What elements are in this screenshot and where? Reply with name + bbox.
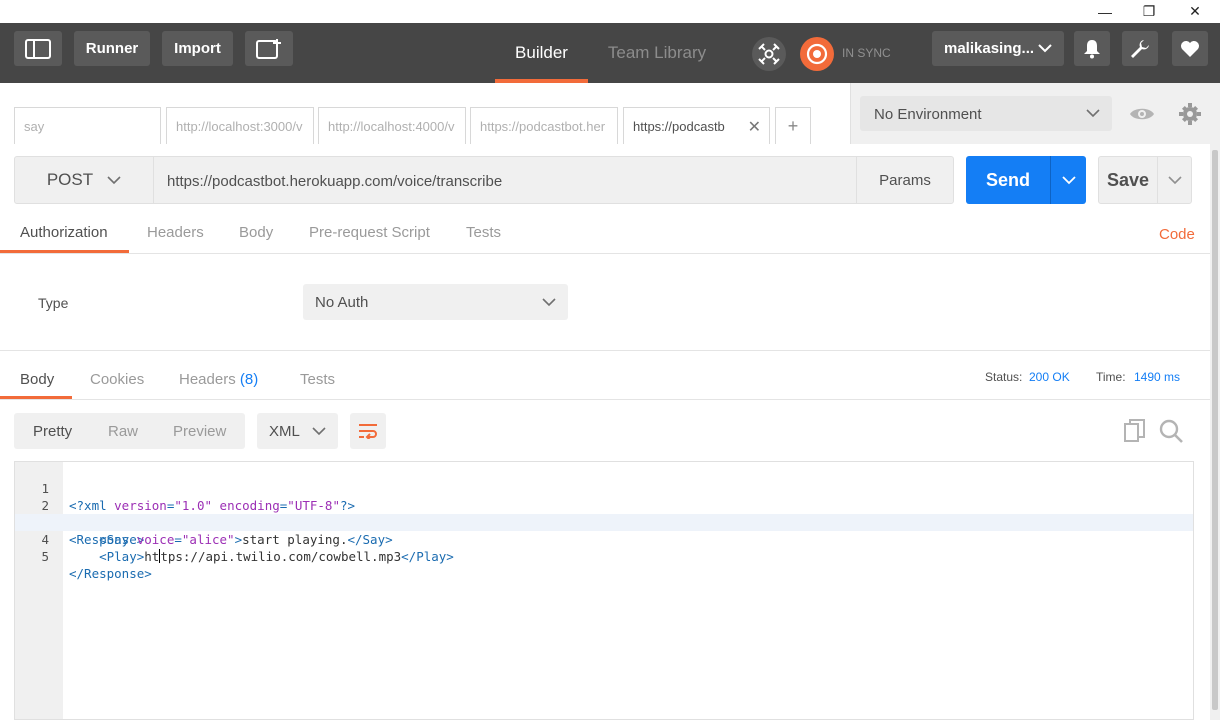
auth-type-value: No Auth [315, 294, 369, 311]
divider [0, 399, 1210, 400]
code-line: 1 <?xml version="1.0" encoding="UTF-8"?> [15, 463, 1193, 513]
chevron-down-icon [107, 175, 121, 184]
sync-icon [806, 43, 828, 65]
request-tab[interactable]: http://localhost:4000/v [318, 107, 466, 144]
response-tab-body[interactable]: Body [20, 371, 54, 388]
view-mode-group: Pretty Raw Preview [14, 413, 245, 449]
gear-icon [1178, 102, 1201, 125]
tab-tests[interactable]: Tests [466, 224, 501, 241]
scrollbar-thumb[interactable] [1212, 150, 1218, 710]
user-menu-button[interactable]: malikasing... [932, 31, 1064, 66]
url-input[interactable]: https://podcastbot.herokuapp.com/voice/t… [153, 156, 857, 204]
headers-count: (8) [239, 371, 259, 388]
status-value: 200 OK [1029, 370, 1070, 384]
tab-headers[interactable]: Headers [147, 224, 204, 241]
request-tab-active[interactable]: https://podcastb ✕ [623, 107, 770, 144]
satellite-icon [758, 43, 780, 65]
add-tab-button[interactable]: + [775, 107, 811, 144]
plus-icon: + [787, 115, 799, 136]
settings-button[interactable] [1122, 31, 1158, 66]
manage-environments-button[interactable] [1172, 96, 1207, 131]
code-line-active: 4 <Play>https://api.twilio.com/cowbell.m… [15, 514, 1193, 564]
code-line: 3 <Say voice="alice">start playing.</Say… [15, 497, 1193, 547]
request-tab[interactable]: http://localhost:3000/v [166, 107, 314, 144]
copy-icon [1124, 419, 1145, 442]
response-tab-cookies[interactable]: Cookies [90, 371, 144, 388]
close-window-button[interactable]: ✕ [1172, 0, 1218, 23]
heart-icon [1181, 40, 1199, 57]
app-header: Runner Import Builder Team Library IN SY… [0, 23, 1220, 83]
send-options-button[interactable] [1050, 156, 1086, 204]
favorites-button[interactable] [1172, 31, 1208, 66]
auth-type-select[interactable]: No Auth [303, 284, 568, 320]
wrap-lines-button[interactable] [350, 413, 386, 449]
window-titlebar: — ❐ ✕ [0, 0, 1220, 23]
import-button[interactable]: Import [162, 31, 233, 66]
wrap-lines-icon [359, 424, 377, 439]
sync-status: IN SYNC [842, 46, 891, 60]
divider [0, 253, 1210, 254]
status-label: Status: [985, 370, 1023, 384]
method-select[interactable]: POST [14, 156, 154, 204]
chevron-down-icon [1167, 175, 1182, 184]
new-window-icon [256, 38, 281, 59]
environment-value: No Environment [874, 106, 982, 123]
chevron-down-icon [1086, 109, 1100, 118]
sidebar-icon [25, 38, 51, 59]
request-tabs-bar: say http://localhost:3000/v http://local… [0, 83, 850, 144]
tab-authorization[interactable]: Authorization [20, 224, 108, 241]
interceptor-button[interactable] [752, 37, 786, 71]
tab-pre-request-script[interactable]: Pre-request Script [309, 224, 430, 241]
format-value: XML [269, 423, 300, 440]
restore-button[interactable]: ❐ [1126, 0, 1172, 23]
chevron-down-icon [1061, 175, 1076, 184]
search-response-button[interactable] [1159, 419, 1183, 446]
request-tab-label: https://podcastb [633, 119, 725, 134]
eye-icon [1129, 108, 1154, 119]
divider [0, 350, 1210, 351]
username: malikasing... [944, 40, 1035, 57]
response-editor[interactable]: 1 <?xml version="1.0" encoding="UTF-8"?>… [14, 461, 1194, 720]
line-number: 5 [41, 549, 49, 564]
notifications-button[interactable] [1074, 31, 1110, 66]
response-tab-headers[interactable]: Headers (8) [179, 371, 258, 388]
chevron-down-icon [542, 298, 556, 307]
bell-icon [1084, 39, 1100, 58]
chevron-down-icon [1038, 44, 1052, 53]
response-tab-tests[interactable]: Tests [300, 371, 335, 388]
code-line: 5 </Response> [15, 531, 1193, 581]
close-tab-icon[interactable]: ✕ [748, 117, 761, 137]
tab-builder[interactable]: Builder [495, 23, 588, 83]
request-tab[interactable]: say [14, 107, 161, 144]
view-preview-button[interactable]: Preview [173, 423, 226, 440]
format-select[interactable]: XML [257, 413, 338, 449]
runner-button[interactable]: Runner [74, 31, 150, 66]
tab-body[interactable]: Body [239, 224, 273, 241]
save-button[interactable]: Save [1098, 156, 1158, 204]
method-value: POST [46, 170, 94, 189]
time-value: 1490 ms [1134, 370, 1181, 384]
generate-code-link[interactable]: Code [1159, 226, 1195, 243]
auth-type-label: Type [38, 295, 69, 311]
minimize-button[interactable]: — [1082, 0, 1128, 23]
code-line: 2 ▾ <Response> [15, 480, 1193, 547]
request-tab[interactable]: https://podcastbot.her [470, 107, 618, 144]
view-pretty-button[interactable]: Pretty [33, 423, 72, 440]
chevron-down-icon [312, 427, 326, 436]
new-window-button[interactable] [245, 31, 293, 66]
search-icon [1159, 419, 1183, 443]
sync-button[interactable] [800, 37, 834, 71]
environment-select[interactable]: No Environment [860, 96, 1112, 131]
environment-quick-look-button[interactable] [1124, 96, 1159, 131]
time-label: Time: [1096, 370, 1126, 384]
sidebar-toggle-button[interactable] [14, 31, 62, 66]
copy-response-button[interactable] [1124, 419, 1146, 446]
send-button[interactable]: Send [966, 156, 1050, 204]
params-button[interactable]: Params [856, 156, 954, 204]
response-tab-headers-label: Headers [179, 371, 236, 388]
wrench-icon [1131, 39, 1149, 58]
save-options-button[interactable] [1157, 156, 1192, 204]
view-raw-button[interactable]: Raw [108, 423, 138, 440]
tab-team-library[interactable]: Team Library [597, 23, 717, 83]
